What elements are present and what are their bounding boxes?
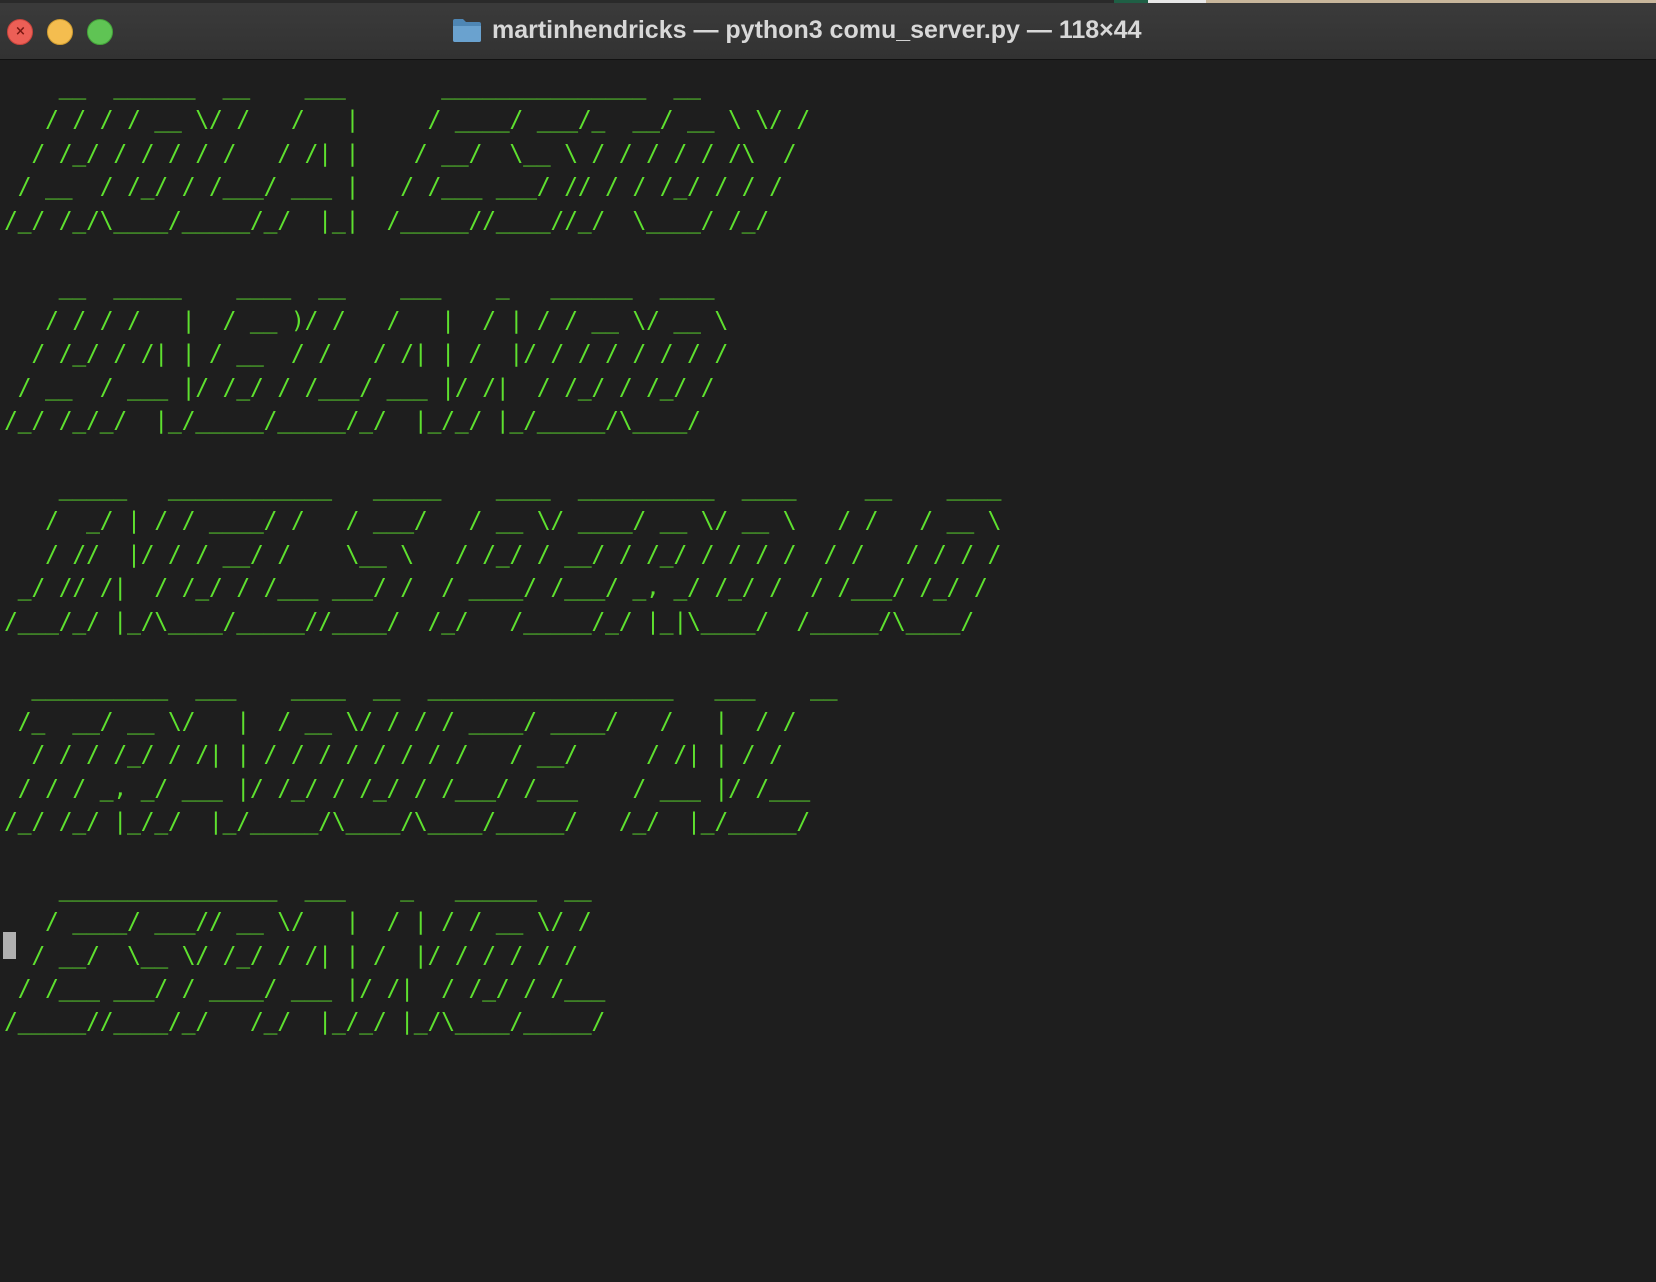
folder-icon	[453, 19, 481, 42]
terminal-output-line: /_/ /_/ |_/_/ |_/_____/\____/\____/_____…	[4, 807, 810, 835]
terminal-output-line: /_/ /_/\____/_____/_/ |_| /_____//____//…	[4, 206, 769, 234]
window-title-group: martinhendricks — python3 comu_server.py…	[452, 14, 1142, 46]
terminal-output-line: / ____/ ___// __ \/ | / | / / __ \/ /	[4, 908, 592, 936]
text-cursor	[3, 932, 16, 959]
terminal-output-line: / /___ ___/ / ____/ ___ |/ /| / /_/ / /_…	[4, 974, 606, 1002]
terminal-output-line: / / / / | / __ )/ / / | / | / / __ \/ __…	[4, 306, 728, 334]
terminal-output-line: / _/ | / / ____/ / / ___/ / __ \/ ____/ …	[4, 507, 1002, 535]
terminal-window: × martinhendricks — python3 comu_server.…	[0, 0, 1656, 1282]
close-icon[interactable]: ×	[7, 19, 33, 45]
terminal-output-line: /___/_/ |_/\____/_____//____/ /_/ /_____…	[4, 607, 974, 635]
background-segment	[1148, 0, 1206, 3]
terminal-output-line: _____ ____________ _____ ____ __________…	[4, 473, 1002, 501]
terminal-output-line: / __/ \__ \/ /_/ / /| | / |/ / / / / /	[4, 941, 578, 969]
window-title: martinhendricks — python3 comu_server.py…	[492, 15, 1142, 44]
terminal-output-line: __________ ___ ____ __ _________________…	[4, 674, 838, 702]
terminal-output-line: / / / /_/ / /| | / / / / / / / / / __/ /…	[4, 741, 783, 769]
minimize-icon[interactable]	[47, 19, 73, 45]
title-bar[interactable]: × martinhendricks — python3 comu_server.…	[0, 0, 1656, 60]
terminal-output-line: / / / / __ \/ / / | / ____/ ___/_ __/ __…	[4, 106, 810, 134]
terminal-output-line: / /_/ / / / / / / /| | / __/ \__ \ / / /…	[4, 139, 797, 167]
terminal-output-line: /_/ /_/_/ |_/_____/_____/_/ |_/_/ |_/___…	[4, 407, 701, 435]
terminal-output-line: __ ______ __ ___ _______________ __	[4, 73, 701, 100]
terminal-output-area[interactable]: __ ______ __ ___ _______________ __ / / …	[0, 60, 1656, 1282]
background-segment	[1114, 0, 1148, 3]
background-strip	[0, 0, 1656, 3]
terminal-output-line: /_ __/ __ \/ | / __ \/ / / / ____/ ____/…	[4, 707, 797, 735]
terminal-output-line: / /_/ / /| | / __ / / / /| | / |/ / / / …	[4, 340, 728, 368]
terminal-output-line: / __ / ___ |/ /_/ / /___/ ___ |/ /| / /_…	[4, 373, 715, 401]
background-segment	[1206, 0, 1656, 3]
terminal-output-line: __ _____ ____ __ ___ _ ______ ____	[4, 273, 715, 301]
terminal-output-line: ________________ ___ _ ______ __	[4, 874, 592, 902]
terminal-output-line: / / / _, _/ ___ |/ /_/ / /_/ / /___/ /__…	[4, 774, 811, 802]
close-x-glyph: ×	[15, 24, 26, 39]
ascii-art-banner: __ ______ __ ___ _______________ __ / / …	[4, 70, 1001, 1039]
terminal-output-line: / __ / /_/ / /___/ ___ | / /___ ___/ // …	[4, 173, 783, 201]
terminal-output-line: / // |/ / / __/ / \__ \ / /_/ / __/ / /_…	[4, 540, 1002, 568]
terminal-output-line: /_____//____/_/ /_/ |_/_/ |_/\____/_____…	[4, 1008, 606, 1036]
maximize-icon[interactable]	[87, 19, 113, 45]
terminal-output-line: _/ // /| / /_/ / /___ ___/ / / ____/ /__…	[4, 574, 988, 602]
